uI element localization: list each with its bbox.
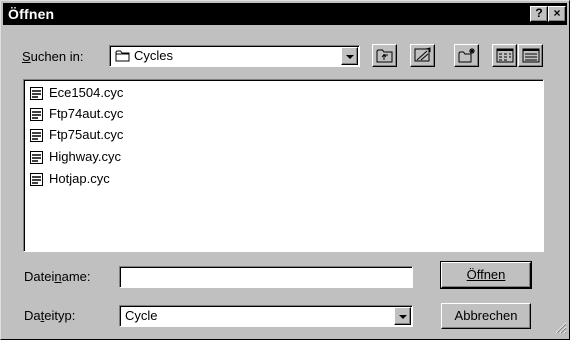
file-name: Highway.cyc: [49, 149, 122, 164]
file-name: Ftp75aut.cyc: [49, 127, 124, 142]
file-list[interactable]: Ece1504.cyc Ftp74aut.cyc Ftp75aut.cyc Hi…: [23, 79, 544, 252]
list-view-button[interactable]: [492, 44, 517, 67]
cyc-file-icon: [29, 128, 44, 146]
details-view-button[interactable]: [518, 44, 543, 67]
new-folder-button[interactable]: [454, 44, 479, 67]
title-bar[interactable]: Öffnen ? ×: [3, 3, 567, 25]
cyc-file-icon: [29, 86, 44, 104]
resize-grip-icon[interactable]: [555, 322, 567, 337]
cyc-file-icon: [29, 150, 44, 168]
look-in-label: Suchen in:: [22, 49, 84, 64]
folder-icon: [115, 49, 131, 66]
cyc-file-icon: [29, 107, 44, 125]
file-name: Ftp74aut.cyc: [49, 106, 124, 121]
look-in-combobox[interactable]: Cycles: [109, 45, 360, 67]
filename-field[interactable]: [119, 266, 413, 288]
cyc-file-icon: [29, 172, 44, 190]
dialog-title: Öffnen: [8, 6, 55, 22]
filename-input[interactable]: [122, 269, 408, 285]
cancel-button[interactable]: Abbrechen: [441, 303, 531, 329]
file-name: Hotjap.cyc: [49, 171, 110, 186]
filetype-dropdown-button[interactable]: [394, 307, 411, 325]
help-button[interactable]: ?: [530, 6, 548, 22]
filetype-label: Dateityp:: [24, 308, 76, 323]
look-in-value: Cycles: [134, 48, 174, 63]
file-name: Ece1504.cyc: [49, 85, 124, 100]
filetype-combobox[interactable]: Cycle: [119, 305, 413, 327]
filename-label: Dateiname:: [24, 269, 91, 284]
desktop-button[interactable]: [410, 44, 435, 67]
open-button[interactable]: Öffnen: [440, 261, 532, 289]
open-button-label: Öffnen: [466, 267, 506, 282]
up-one-level-button[interactable]: [372, 44, 397, 67]
look-in-label-rest: uchen in:: [30, 49, 84, 64]
filetype-value: Cycle: [125, 308, 158, 323]
look-in-dropdown-button[interactable]: [341, 47, 358, 65]
close-button[interactable]: ×: [548, 6, 566, 22]
open-dialog: Öffnen ? × Suchen in: Cycles Ece1504.cyc…: [0, 0, 570, 340]
